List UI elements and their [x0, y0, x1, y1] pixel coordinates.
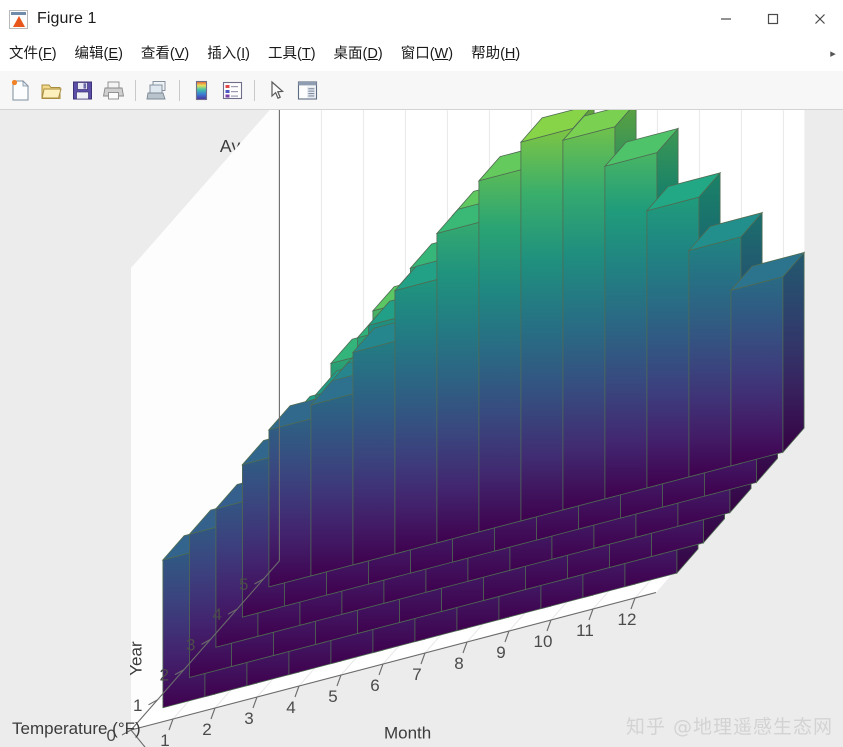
- ytick-label: 4: [213, 605, 222, 624]
- xtick-label: 8: [454, 654, 463, 673]
- menu-accel-edit: E: [108, 46, 119, 62]
- ytick-label: 2: [160, 666, 169, 685]
- bar3-bar[interactable]: [729, 251, 806, 467]
- colorbar-icon[interactable]: [188, 77, 215, 104]
- open-file-icon[interactable]: [38, 77, 65, 104]
- ytick-label: 1: [133, 696, 142, 715]
- new-figure-icon[interactable]: [7, 77, 34, 104]
- z-axis-title: Temperature (°F): [12, 719, 141, 738]
- figure-toolbar: [0, 71, 843, 110]
- title-bar: Figure 1: [0, 0, 843, 38]
- axes-3d[interactable]: 012345Year123456789101112Month50Temperat…: [0, 110, 843, 747]
- menu-accel-desktop: D: [367, 46, 378, 62]
- window-title: Figure 1: [37, 10, 97, 27]
- xtick-label: 6: [370, 676, 379, 695]
- x-axis-title: Month: [384, 724, 431, 743]
- minimize-icon[interactable]: [702, 0, 749, 38]
- menu-item-file[interactable]: 文件(F): [0, 38, 66, 71]
- menu-accel-tools: T: [301, 46, 311, 62]
- print-preview-icon[interactable]: [144, 77, 171, 104]
- xtick-label: 1: [160, 731, 169, 747]
- figure-window: Figure 1 文件(F) 编辑(E) 查看(V) 插入(I) 工具(T) 桌…: [0, 0, 843, 747]
- menu-accel-help: H: [504, 46, 516, 62]
- figure-canvas: Average Monthly Temperatures from 2012 t…: [0, 110, 843, 747]
- menu-accel-window: W: [434, 46, 449, 62]
- menu-label-window: 窗口(: [400, 46, 435, 62]
- toolbar-separator: [135, 79, 136, 101]
- bar3-plot[interactable]: 012345Year123456789101112Month50Temperat…: [0, 110, 843, 747]
- toolbar-separator: [254, 79, 255, 101]
- xtick-label: 4: [286, 698, 295, 717]
- print-figure-icon[interactable]: [100, 77, 127, 104]
- menu-item-window[interactable]: 窗口(W): [392, 38, 462, 71]
- menu-item-tools[interactable]: 工具(T): [259, 38, 325, 71]
- xtick-label: 10: [534, 632, 553, 651]
- toolbar-separator: [179, 79, 180, 101]
- maximize-icon[interactable]: [749, 0, 796, 38]
- menu-accel-file: F: [42, 46, 52, 62]
- watermark: 知乎 @地理遥感生态网: [625, 716, 833, 738]
- y-axis-title: Year: [126, 641, 145, 676]
- xtick-label: 3: [244, 709, 253, 728]
- xtick-label: 2: [202, 720, 211, 739]
- ytick-label: 5: [239, 575, 248, 594]
- save-figure-icon[interactable]: [69, 77, 96, 104]
- menu-item-insert[interactable]: 插入(I): [198, 38, 259, 71]
- menu-item-edit[interactable]: 编辑(E): [66, 38, 132, 71]
- close-icon[interactable]: [796, 0, 843, 38]
- menu-label-help: 帮助(: [471, 46, 505, 62]
- menu-bar: 文件(F) 编辑(E) 查看(V) 插入(I) 工具(T) 桌面(D) 窗口(W…: [0, 38, 843, 71]
- xtick-label: 12: [618, 610, 637, 629]
- pointer-select-icon[interactable]: [263, 77, 290, 104]
- xtick-label: 5: [328, 687, 337, 706]
- ytick-label: 3: [186, 635, 195, 654]
- menu-item-help[interactable]: 帮助(H): [462, 38, 529, 71]
- menu-label-insert: 插入(: [207, 46, 242, 62]
- menu-label-file: 文件(: [9, 46, 43, 62]
- menu-accel-view: V: [174, 46, 185, 62]
- menu-label-desktop: 桌面(: [333, 46, 368, 62]
- menu-item-view[interactable]: 查看(V): [132, 38, 198, 71]
- xtick-label: 9: [496, 643, 505, 662]
- plot-browser-icon[interactable]: [294, 77, 321, 104]
- menu-label-tools: 工具(: [267, 46, 302, 62]
- menu-item-desktop[interactable]: 桌面(D): [325, 38, 392, 71]
- xtick-label: 11: [576, 621, 594, 640]
- matlab-figure-icon: [9, 9, 28, 29]
- menu-label-view: 查看(: [140, 46, 175, 62]
- legend-icon[interactable]: [219, 77, 246, 104]
- menu-label-edit: 编辑(: [74, 46, 109, 62]
- window-controls: [702, 0, 843, 38]
- menu-overflow-arrow-icon[interactable]: ▸: [826, 47, 840, 61]
- xtick-label: 7: [412, 665, 421, 684]
